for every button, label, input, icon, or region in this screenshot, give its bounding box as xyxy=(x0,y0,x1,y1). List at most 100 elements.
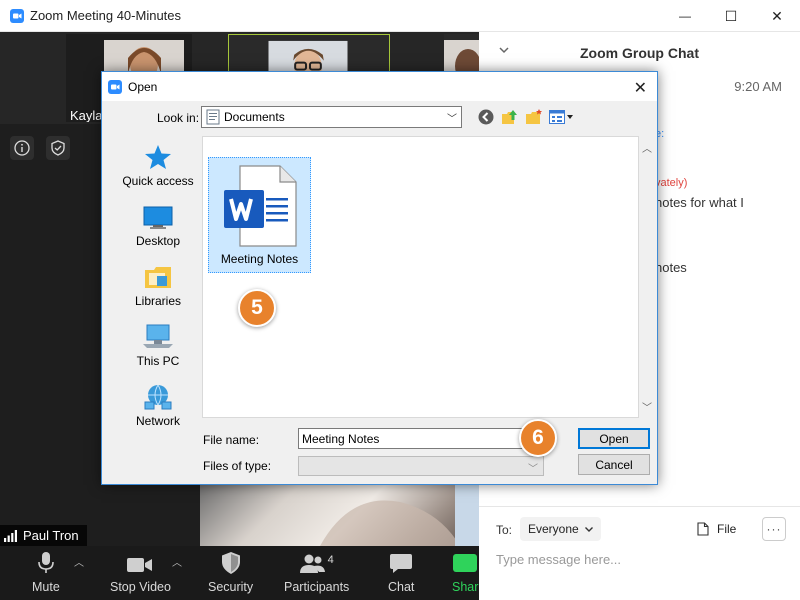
place-this-pc[interactable]: This PC xyxy=(114,324,202,368)
libraries-icon xyxy=(145,267,171,288)
more-options-button[interactable]: ··· xyxy=(762,517,786,541)
chat-header: Zoom Group Chat xyxy=(479,32,800,74)
place-label: Network xyxy=(135,414,180,428)
open-file-dialog: Open ✕ Look in: Documents ﹀ Quick access… xyxy=(101,71,658,485)
stop-video-label: Stop Video xyxy=(110,580,171,594)
dialog-title: Open xyxy=(128,79,158,94)
scroll-up-icon[interactable]: ︿ xyxy=(642,140,652,155)
documents-folder-icon xyxy=(206,109,220,125)
file-label: File xyxy=(717,522,737,536)
step-callout-5: 5 xyxy=(238,289,276,327)
participants-button[interactable]: 4 Participants xyxy=(284,554,349,594)
file-list-scrollbar[interactable]: ︿ ﹀ xyxy=(639,136,656,418)
view-menu-button[interactable] xyxy=(549,108,575,126)
dialog-nav-toolbar xyxy=(477,108,575,126)
chevron-down-icon xyxy=(584,526,593,532)
maximize-button[interactable]: ☐ xyxy=(708,0,754,32)
look-in-dropdown[interactable]: Documents ﹀ xyxy=(201,106,462,128)
to-label: To: xyxy=(496,523,513,537)
chat-title: Zoom Group Chat xyxy=(580,45,699,61)
chevron-down-icon: ﹀ xyxy=(447,114,457,125)
up-folder-button[interactable] xyxy=(501,108,519,126)
network-globe-icon xyxy=(144,384,172,410)
file-name-input[interactable] xyxy=(298,428,534,449)
share-label: Shar xyxy=(452,580,479,594)
open-button[interactable]: Open xyxy=(578,428,650,449)
file-icon xyxy=(697,522,709,536)
files-of-type-label: Files of type: xyxy=(203,459,272,473)
chat-bubble-icon xyxy=(390,554,413,573)
word-document-icon xyxy=(223,165,297,247)
look-in-value: Documents xyxy=(224,110,285,124)
share-screen-button[interactable]: Shar xyxy=(452,554,478,594)
dialog-titlebar: Open ✕ xyxy=(102,72,657,101)
maximize-icon: ☐ xyxy=(724,7,738,24)
file-name-label: File name: xyxy=(203,433,260,447)
view-menu-icon xyxy=(549,110,573,124)
stop-video-button[interactable]: Stop Video xyxy=(110,556,171,594)
meeting-toolbar: Mute ︿ Stop Video ︿ Security 4 Participa… xyxy=(0,546,479,600)
file-item-meeting-notes[interactable]: Meeting Notes xyxy=(208,157,311,273)
file-button[interactable]: File xyxy=(697,522,736,536)
cancel-button-label: Cancel xyxy=(595,457,633,472)
place-quick-access[interactable]: Quick access xyxy=(114,144,202,188)
chat-button[interactable]: Chat xyxy=(388,554,414,594)
recipient-value: Everyone xyxy=(528,522,579,536)
step-callout-6: 6 xyxy=(519,419,557,457)
minimize-button[interactable]: — xyxy=(662,0,708,32)
security-label: Security xyxy=(208,580,254,594)
place-label: Quick access xyxy=(122,174,194,188)
desktop-icon xyxy=(143,206,173,229)
chevron-down-icon: ﹀ xyxy=(528,464,538,475)
microphone-icon xyxy=(38,552,54,573)
chat-compose-area: To: Everyone File ··· xyxy=(479,506,800,600)
file-list-pane[interactable]: Meeting Notes xyxy=(202,136,639,418)
place-desktop[interactable]: Desktop xyxy=(114,206,202,248)
speaker-video-frame xyxy=(320,482,479,546)
close-icon: ✕ xyxy=(771,7,783,24)
computer-icon xyxy=(143,324,173,348)
participants-count: 4 xyxy=(327,554,334,566)
minimize-icon: — xyxy=(679,9,691,23)
step-number: 6 xyxy=(532,426,544,449)
signal-strength-icon xyxy=(4,529,17,542)
new-folder-button[interactable] xyxy=(525,108,543,126)
video-camera-icon xyxy=(127,558,153,572)
star-icon xyxy=(145,145,171,169)
zoom-icon xyxy=(10,8,24,23)
audio-options-caret-icon[interactable]: ︿ xyxy=(74,554,84,569)
chat-label: Chat xyxy=(388,580,415,594)
encryption-shield-icon[interactable] xyxy=(46,136,70,160)
up-folder-icon xyxy=(502,110,517,124)
participants-label: Participants xyxy=(284,580,350,594)
new-folder-icon xyxy=(526,109,542,124)
close-window-button[interactable]: ✕ xyxy=(754,0,800,32)
cancel-button[interactable]: Cancel xyxy=(578,454,650,475)
place-libraries[interactable]: Libraries xyxy=(114,264,202,308)
dialog-close-button[interactable]: ✕ xyxy=(634,78,647,98)
places-bar: Quick access Desktop Libraries This PC N… xyxy=(114,136,202,474)
back-arrow-icon xyxy=(478,109,494,125)
more-icon: ··· xyxy=(766,522,782,536)
people-icon xyxy=(299,554,325,573)
mute-button[interactable]: Mute xyxy=(32,552,60,594)
window-title: Zoom Meeting 40-Minutes xyxy=(30,8,182,23)
security-button[interactable]: Security xyxy=(208,552,253,594)
video-options-caret-icon[interactable]: ︿ xyxy=(172,554,182,569)
open-button-label: Open xyxy=(599,431,629,446)
info-icon[interactable] xyxy=(10,136,34,160)
files-of-type-select[interactable]: ﹀ xyxy=(298,456,544,476)
scroll-down-icon[interactable]: ﹀ xyxy=(642,399,652,414)
recipient-dropdown[interactable]: Everyone xyxy=(520,517,601,541)
share-screen-icon xyxy=(453,554,478,572)
place-network[interactable]: Network xyxy=(114,384,202,428)
chevron-down-icon[interactable] xyxy=(499,47,509,54)
chat-message-fragment: notes xyxy=(655,260,687,275)
meeting-info-icons xyxy=(10,136,70,160)
back-button[interactable] xyxy=(477,108,495,126)
participant-name: Kayla xyxy=(70,108,103,122)
message-input[interactable] xyxy=(496,549,776,569)
window-titlebar: Zoom Meeting 40-Minutes — ☐ ✕ xyxy=(0,0,800,32)
place-label: Libraries xyxy=(134,294,182,308)
speaker-name-tag: Paul Tron xyxy=(0,525,87,546)
